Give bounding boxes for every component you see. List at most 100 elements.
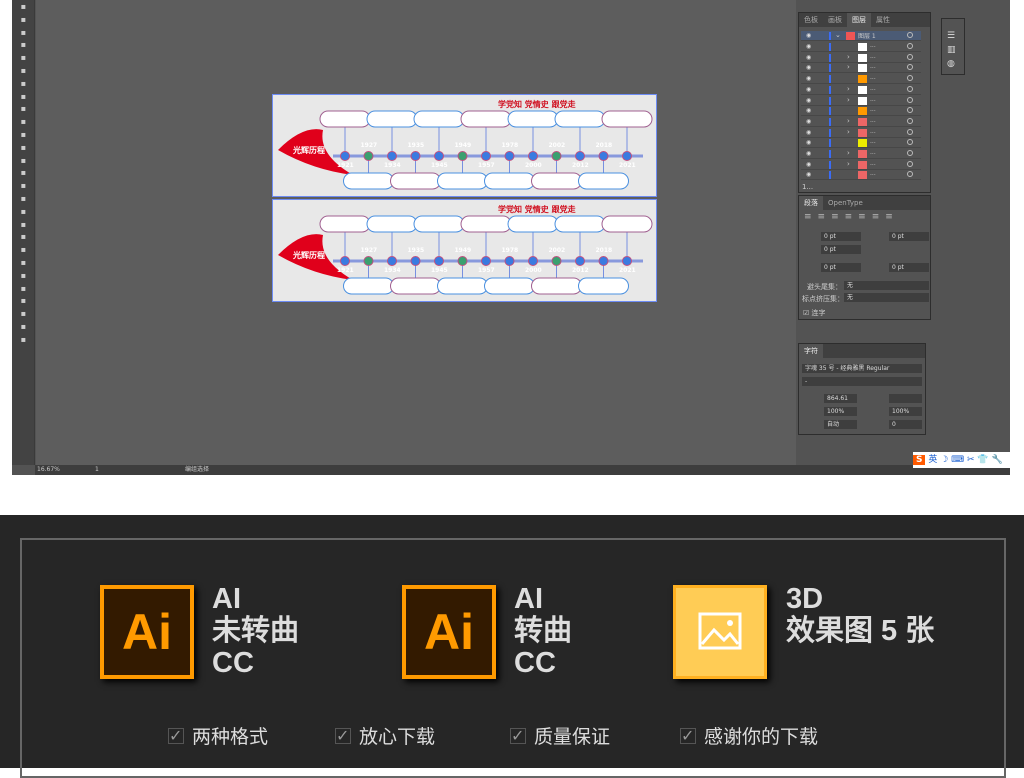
tab-2[interactable]: 图层 — [847, 13, 871, 27]
left-indent-field[interactable]: 0 pt — [821, 232, 861, 241]
tab-3[interactable]: 属性 — [871, 13, 895, 27]
font-family-select[interactable]: 字魂 35 号 - 经典雅黑 Regular — [802, 364, 922, 373]
column-graph-tool-icon[interactable]: ▪ — [16, 284, 31, 294]
right-indent-field[interactable]: 0 pt — [889, 232, 929, 241]
vertical-scale-field[interactable]: 100% — [824, 407, 857, 416]
eye-icon[interactable]: ◉ — [806, 64, 811, 71]
direct-selection-tool-icon[interactable]: ▪ — [16, 15, 31, 25]
scale-tool-icon[interactable]: ▪ — [16, 143, 31, 153]
selection-tool-icon[interactable]: ▪ — [16, 2, 31, 12]
event-card — [413, 110, 465, 128]
event-card — [366, 215, 418, 233]
eyedropper-tool-icon[interactable]: ▪ — [16, 245, 31, 255]
layer-row-top[interactable]: ◉ ⌄ 图层 1 — [801, 31, 921, 41]
eye-icon[interactable]: ◉ — [806, 118, 811, 125]
line-tool-icon[interactable]: ▪ — [16, 66, 31, 76]
font-style-select[interactable]: - — [802, 377, 922, 386]
slice-tool-icon[interactable]: ▪ — [16, 309, 31, 319]
mojikumi-select[interactable]: 无 — [844, 293, 929, 302]
type-tool-icon[interactable]: ▪ — [16, 53, 31, 63]
tab-0[interactable]: 色板 — [799, 13, 823, 27]
space-before-field[interactable]: 0 pt — [821, 263, 861, 272]
eye-icon[interactable]: ◉ — [806, 139, 811, 146]
gradient-icon[interactable]: ▥ — [947, 43, 959, 57]
layer-row[interactable]: ◉ ›... — [801, 117, 921, 127]
warp-tool-icon[interactable]: ▪ — [16, 156, 31, 166]
layer-row[interactable]: ◉ ›... — [801, 128, 921, 138]
eye-icon[interactable]: ◉ — [806, 161, 811, 168]
zoom-tool-icon[interactable]: ▪ — [16, 335, 31, 345]
eye-icon[interactable]: ◉ — [806, 107, 811, 114]
hand-tool-icon[interactable]: ▪ — [16, 322, 31, 332]
puppet-tool-icon[interactable]: ▪ — [16, 181, 31, 191]
eraser-tool-icon[interactable]: ▪ — [16, 117, 31, 127]
stroke-icon[interactable]: ☰ — [947, 29, 959, 43]
rotate-tool-icon[interactable]: ▪ — [16, 130, 31, 140]
artboard-2[interactable]: 光辉历程 学党知 党情史 跟党走 1921 1927 1934 1935 1945 1949 1… — [272, 199, 657, 302]
layer-row[interactable]: ◉... — [801, 106, 921, 117]
current-tool: 编组选择 — [185, 466, 210, 473]
font-size-field[interactable]: 864.61 — [824, 394, 857, 403]
pen-tool-icon[interactable]: ▪ — [16, 28, 31, 38]
space-after-field[interactable]: 0 pt — [889, 263, 929, 272]
eye-icon[interactable]: ◉ — [806, 32, 811, 39]
gradient-tool-icon[interactable]: ▪ — [16, 232, 31, 242]
artboard-number[interactable]: 1 — [95, 465, 99, 475]
curvature-tool-icon[interactable]: ▪ — [16, 40, 31, 50]
eye-icon[interactable]: ◉ — [806, 75, 811, 82]
width-tool-icon[interactable]: ▪ — [16, 168, 31, 178]
eye-icon[interactable]: ◉ — [806, 97, 811, 104]
eye-icon[interactable]: ◉ — [806, 86, 811, 93]
shape-builder-tool-icon[interactable]: ▪ — [16, 194, 31, 204]
chevron-right-icon[interactable]: › — [847, 85, 850, 93]
shaper-tool-icon[interactable]: ▪ — [16, 104, 31, 114]
eye-icon[interactable]: ◉ — [806, 171, 811, 178]
kinsoku-select[interactable]: 无 — [844, 281, 929, 290]
layer-row[interactable]: ◉... — [801, 42, 921, 52]
ime-toolbar[interactable]: S 英 ☽ ⌨ ✂ 👕 🔧 — [913, 452, 1010, 468]
horizontal-scale-field[interactable]: 100% — [889, 407, 922, 416]
layer-row[interactable]: ◉ ›... — [801, 85, 921, 95]
layer-row[interactable]: ◉... — [801, 170, 921, 181]
mesh-tool-icon[interactable]: ▪ — [16, 220, 31, 230]
transparency-icon[interactable]: ◍ — [947, 57, 959, 71]
zoom-level[interactable]: 16.67% — [37, 465, 60, 475]
eye-icon[interactable]: ◉ — [806, 54, 811, 61]
chevron-right-icon[interactable]: › — [847, 128, 850, 136]
event-card — [437, 277, 488, 295]
align-buttons[interactable]: ≡≡≡≡≡≡≡ — [804, 212, 899, 222]
tab-opentype[interactable]: OpenType — [823, 196, 868, 210]
chevron-right-icon[interactable]: › — [847, 149, 850, 157]
leading-field[interactable] — [889, 394, 922, 403]
layer-row[interactable]: ◉ ›... — [801, 160, 921, 170]
chevron-right-icon[interactable]: › — [847, 96, 850, 104]
blend-tool-icon[interactable]: ▪ — [16, 258, 31, 268]
chevron-right-icon[interactable]: › — [847, 53, 850, 61]
tab-paragraph[interactable]: 段落 — [799, 196, 823, 210]
eye-icon[interactable]: ◉ — [806, 150, 811, 157]
hyphenate-checkbox[interactable]: ☑ 连字 — [803, 308, 826, 318]
paintbrush-tool-icon[interactable]: ▪ — [16, 92, 31, 102]
rectangle-tool-icon[interactable]: ▪ — [16, 79, 31, 89]
eye-icon[interactable]: ◉ — [806, 129, 811, 136]
tab-character[interactable]: 字符 — [799, 344, 823, 358]
layer-row[interactable]: ◉... — [801, 74, 921, 85]
first-line-indent-field[interactable]: 0 pt — [821, 245, 861, 254]
perspective-tool-icon[interactable]: ▪ — [16, 207, 31, 217]
symbol-sprayer-tool-icon[interactable]: ▪ — [16, 271, 31, 281]
layer-row[interactable]: ◉ ›... — [801, 96, 921, 106]
layer-row[interactable]: ◉ ›... — [801, 149, 921, 159]
ime-language[interactable]: 英 — [928, 455, 937, 465]
chevron-right-icon[interactable]: › — [847, 63, 850, 71]
tracking-field[interactable]: 0 — [889, 420, 922, 429]
layer-row[interactable]: ◉ ›... — [801, 63, 921, 74]
layer-row[interactable]: ◉ ›... — [801, 53, 921, 63]
eye-icon[interactable]: ◉ — [806, 43, 811, 50]
chevron-right-icon[interactable]: › — [847, 160, 850, 168]
tab-1[interactable]: 画板 — [823, 13, 847, 27]
layer-row[interactable]: ◉... — [801, 138, 921, 149]
artboard-tool-icon[interactable]: ▪ — [16, 296, 31, 306]
chevron-right-icon[interactable]: › — [847, 117, 850, 125]
kerning-field[interactable]: 自动 — [824, 420, 857, 429]
artboard-1[interactable]: 光辉历程 学党知 党情史 跟党走 1921 1927 1934 1935 1945 1949 1… — [272, 94, 657, 197]
